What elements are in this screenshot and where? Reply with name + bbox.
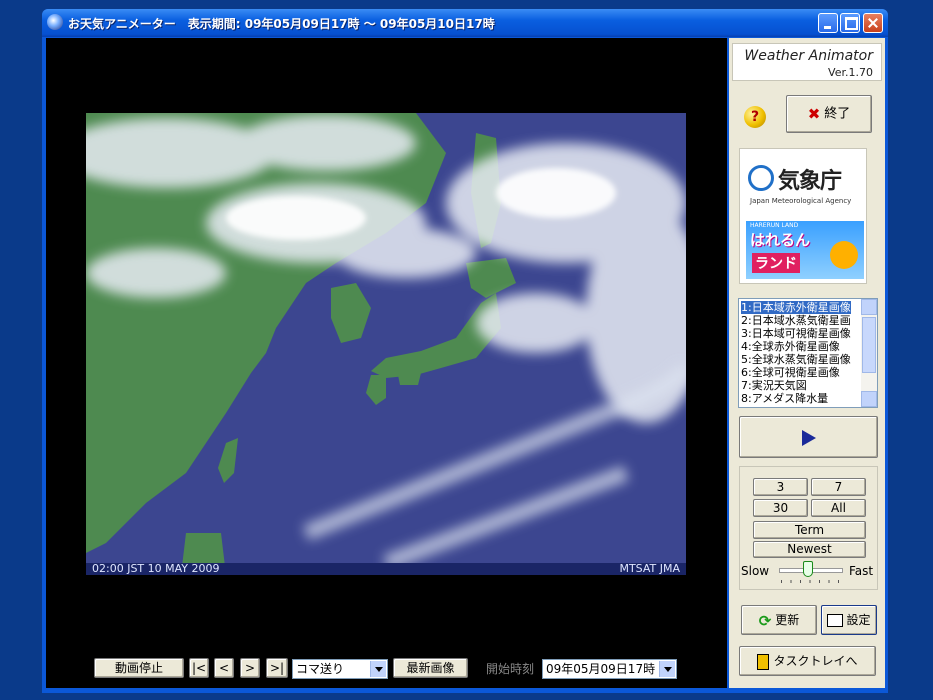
harerun-line1: はれるん (750, 231, 811, 249)
list-item[interactable]: 1:日本域赤外衛星画像 (740, 300, 852, 315)
first-frame-button[interactable]: |< (189, 658, 209, 678)
title-bar[interactable]: お天気アニメーター 表示期間: 09年05月09日17時 ～ 09年05月10日… (42, 9, 888, 37)
window-title: お天気アニメーター 表示期間: 09年05月09日17時 ～ 09年05月10日… (68, 17, 495, 31)
sun-mascot-icon (830, 241, 858, 269)
range-3-button[interactable]: 3 (753, 478, 808, 496)
satellite-map (86, 113, 686, 575)
list-scrollbar[interactable] (861, 299, 877, 407)
speed-slider-ticks (781, 580, 841, 583)
list-item[interactable]: 5:全球水蒸気衛星画像 (741, 353, 851, 366)
scroll-thumb[interactable] (862, 317, 876, 373)
source-caption: MTSAT JMA (619, 562, 680, 575)
app-name: Weather Animator (744, 48, 873, 64)
prev-frame-button[interactable]: < (214, 658, 234, 678)
start-time-value: 09年05月09日17時 (546, 662, 656, 676)
app-brand-box: Weather Animator Ver.1.70 (732, 43, 882, 81)
list-item[interactable]: 3:日本域可視衛星画像 (741, 327, 851, 340)
step-mode-select[interactable]: コマ送り (292, 659, 388, 679)
task-tray-button[interactable]: タスクトレイへ (739, 646, 876, 676)
image-caption-bar: 02:00 JST 10 MAY 2009 MTSAT JMA (86, 562, 686, 575)
harerun-small-text: HARERUN LAND (750, 222, 799, 229)
start-time-label: 開始時刻 (486, 662, 535, 676)
list-item[interactable]: 2:日本域水蒸気衛星画 (741, 314, 851, 327)
playback-toolbar: 動画停止 |< < > >| コマ送り 最新画像 開始時刻 09年05月09日1… (46, 655, 727, 681)
range-all-button[interactable]: All (811, 499, 866, 517)
stop-animation-button[interactable]: 動画停止 (94, 658, 184, 678)
harerun-line2: ランド (752, 253, 800, 273)
satellite-image (86, 113, 686, 575)
refresh-label: 更新 (775, 613, 800, 627)
last-frame-button[interactable]: >| (266, 658, 288, 678)
exit-button[interactable]: ✖ 終了 (786, 95, 872, 133)
step-mode-value: コマ送り (296, 662, 345, 676)
help-icon[interactable]: ? (744, 106, 766, 128)
scroll-down-icon[interactable] (861, 391, 877, 407)
play-button[interactable] (739, 416, 878, 458)
jma-logo-subtext: Japan Meteorological Agency (750, 197, 852, 205)
harerun-land-logo[interactable]: HARERUN LAND はれるん ランド (746, 221, 864, 279)
exit-label: 終了 (824, 106, 851, 122)
start-time-select[interactable]: 09年05月09日17時 (542, 659, 677, 679)
settings-button[interactable]: 設定 (821, 605, 877, 635)
minimize-button[interactable] (818, 13, 838, 33)
x-mark-icon: ✖ (807, 105, 821, 123)
list-item[interactable]: 4:全球赤外衛星画像 (741, 340, 840, 353)
logo-panel: 気象庁 Japan Meteorological Agency HARERUN … (739, 148, 867, 284)
refresh-button[interactable]: ⟳ 更新 (741, 605, 817, 635)
door-icon (757, 653, 770, 670)
scroll-up-icon[interactable] (861, 299, 877, 315)
list-item[interactable]: 7:実況天気図 (741, 379, 807, 392)
settings-icon (827, 614, 844, 627)
newest-button[interactable]: Newest (753, 541, 866, 558)
term-button[interactable]: Term (753, 521, 866, 539)
list-item[interactable]: 6:全球可視衛星画像 (741, 366, 840, 379)
task-tray-label: タスクトレイへ (773, 654, 858, 668)
range-30-button[interactable]: 30 (753, 499, 808, 517)
settings-label: 設定 (846, 613, 871, 627)
close-button[interactable] (863, 13, 883, 33)
speed-slider-thumb[interactable] (803, 561, 813, 577)
fast-label: Fast (849, 564, 874, 578)
timestamp-caption: 02:00 JST 10 MAY 2009 (92, 562, 220, 575)
slow-label: Slow (741, 564, 770, 578)
next-frame-button[interactable]: > (240, 658, 260, 678)
jma-logo[interactable]: 気象庁 Japan Meteorological Agency (746, 155, 864, 209)
maximize-button[interactable] (840, 13, 860, 33)
chevron-down-icon[interactable] (370, 661, 386, 677)
range-7-button[interactable]: 7 (811, 478, 866, 496)
jma-emblem-icon (748, 165, 774, 191)
jma-logo-text: 気象庁 (778, 169, 842, 194)
refresh-icon: ⟳ (758, 611, 772, 630)
list-item[interactable]: 8:アメダス降水量 (741, 392, 828, 405)
app-globe-icon[interactable] (47, 14, 63, 30)
image-type-list[interactable]: 1:日本域赤外衛星画像 2:日本域水蒸気衛星画 3:日本域可視衛星画像 4:全球… (738, 298, 878, 408)
chevron-down-icon[interactable] (659, 661, 675, 677)
image-viewport: 02:00 JST 10 MAY 2009 MTSAT JMA (46, 38, 727, 688)
app-version: Ver.1.70 (828, 66, 873, 79)
latest-image-button[interactable]: 最新画像 (393, 658, 468, 678)
